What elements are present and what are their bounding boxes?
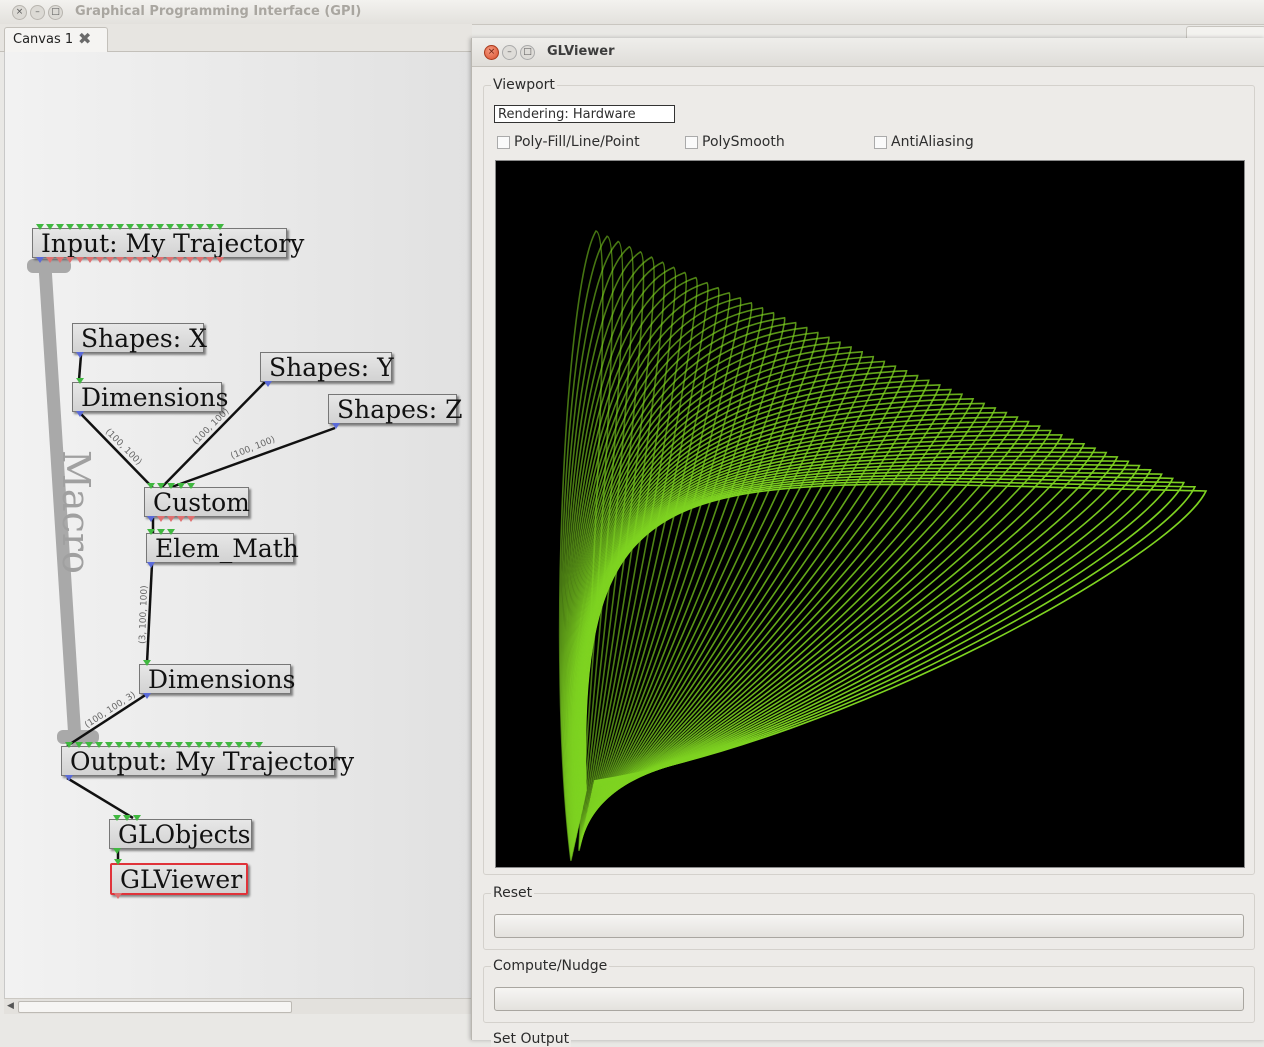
- node-label: Shapes: Y: [269, 353, 394, 382]
- minimize-icon[interactable]: –: [30, 5, 45, 20]
- edge-label-dim1-custom: (100, 100): [103, 427, 143, 467]
- checkbox-box[interactable]: [685, 136, 698, 149]
- reset-button[interactable]: [494, 914, 1244, 938]
- glviewer-title-bar: × – □ GLViewer: [472, 38, 1264, 67]
- port-out: [76, 411, 84, 417]
- node-dimensions-2[interactable]: Dimensions: [139, 664, 295, 694]
- canvas-connections: Macro (100, 100) (100, 100) (100, 100) (…: [27, 259, 336, 864]
- node-label: Elem_Math: [155, 534, 299, 563]
- close-icon[interactable]: ×: [484, 45, 499, 60]
- node-shapes-x[interactable]: Shapes: X: [72, 323, 207, 353]
- node-label: Output: My Trajectory: [70, 747, 355, 776]
- node-globjects[interactable]: GLObjects: [109, 819, 252, 849]
- node-dimensions-1[interactable]: Dimensions: [72, 382, 228, 412]
- tab-bar: Canvas 1 ✖: [0, 24, 472, 52]
- port-out: [264, 381, 272, 387]
- network-canvas[interactable]: Macro (100, 100) (100, 100) (100, 100) (…: [4, 52, 472, 998]
- port-out: [143, 693, 151, 699]
- reset-label: Reset: [491, 885, 535, 901]
- node-shapes-z[interactable]: Shapes: Z: [328, 394, 463, 424]
- edge-label-dim2-output: (100, 100, 3): [83, 690, 138, 730]
- node-label: Dimensions: [148, 665, 296, 694]
- glviewer-title: GLViewer: [547, 44, 615, 59]
- node-label: GLViewer: [120, 865, 243, 894]
- scrollbar-thumb[interactable]: [18, 1001, 292, 1013]
- port-out: [76, 352, 84, 358]
- macro-label: Macro: [54, 450, 98, 574]
- close-tab-icon[interactable]: ✖: [78, 29, 91, 48]
- window-title: Graphical Programming Interface (GPI): [75, 4, 362, 19]
- port-out: [65, 775, 73, 781]
- compute-label: Compute/Nudge: [491, 958, 610, 974]
- port-in: [143, 660, 151, 666]
- node-custom[interactable]: Custom: [144, 487, 250, 517]
- maximize-icon[interactable]: □: [520, 45, 535, 60]
- minimize-icon[interactable]: –: [502, 45, 517, 60]
- node-label: Shapes: Z: [337, 395, 463, 424]
- viewport-label: Viewport: [491, 77, 557, 93]
- node-elem-math[interactable]: Elem_Math: [146, 533, 299, 563]
- rendering-mode-field: Rendering: Hardware: [494, 105, 675, 123]
- port-in: [114, 859, 122, 865]
- port-in: [76, 378, 84, 384]
- port-out: [113, 848, 121, 854]
- status-bar: [0, 1014, 472, 1040]
- checkbox-box[interactable]: [497, 136, 510, 149]
- tab-label: Canvas 1: [13, 32, 74, 47]
- tab-canvas-1[interactable]: Canvas 1 ✖: [4, 27, 108, 52]
- node-label: Shapes: X: [81, 324, 207, 353]
- glviewer-window: × – □ GLViewer Viewport Rendering: Hardw…: [471, 38, 1264, 1047]
- node-input-trajectory[interactable]: Input: My Trajectory: [32, 228, 304, 258]
- checkbox-label: AntiAliasing: [891, 134, 974, 150]
- port-out: [147, 562, 155, 568]
- node-label: Dimensions: [81, 383, 229, 412]
- node-glviewer[interactable]: GLViewer: [110, 863, 248, 895]
- port-out: [332, 423, 340, 429]
- node-label: Input: My Trajectory: [41, 229, 305, 258]
- checkbox-box[interactable]: [874, 136, 887, 149]
- scroll-left-icon[interactable]: ◀: [7, 1001, 14, 1011]
- node-label: GLObjects: [118, 820, 251, 849]
- checkbox-label: Poly-Fill/Line/Point: [514, 134, 640, 150]
- node-label: Custom: [153, 488, 250, 517]
- node-output-trajectory[interactable]: Output: My Trajectory: [61, 746, 354, 776]
- node-shapes-y[interactable]: Shapes: Y: [260, 352, 394, 382]
- canvas-horizontal-scrollbar[interactable]: ◀: [4, 998, 471, 1014]
- gl-viewport[interactable]: [495, 160, 1245, 868]
- rendered-surface: [558, 230, 1208, 862]
- port-out: [114, 893, 122, 899]
- main-title-bar: × – □ Graphical Programming Interface (G…: [0, 0, 1264, 25]
- set-output-label: Set Output: [491, 1031, 572, 1047]
- close-icon[interactable]: ×: [12, 5, 27, 20]
- edge-label-elem-dim2: (3, 100, 100): [138, 585, 150, 644]
- maximize-icon[interactable]: □: [48, 5, 63, 20]
- compute-nudge-button[interactable]: [494, 987, 1244, 1011]
- checkbox-label: PolySmooth: [702, 134, 785, 150]
